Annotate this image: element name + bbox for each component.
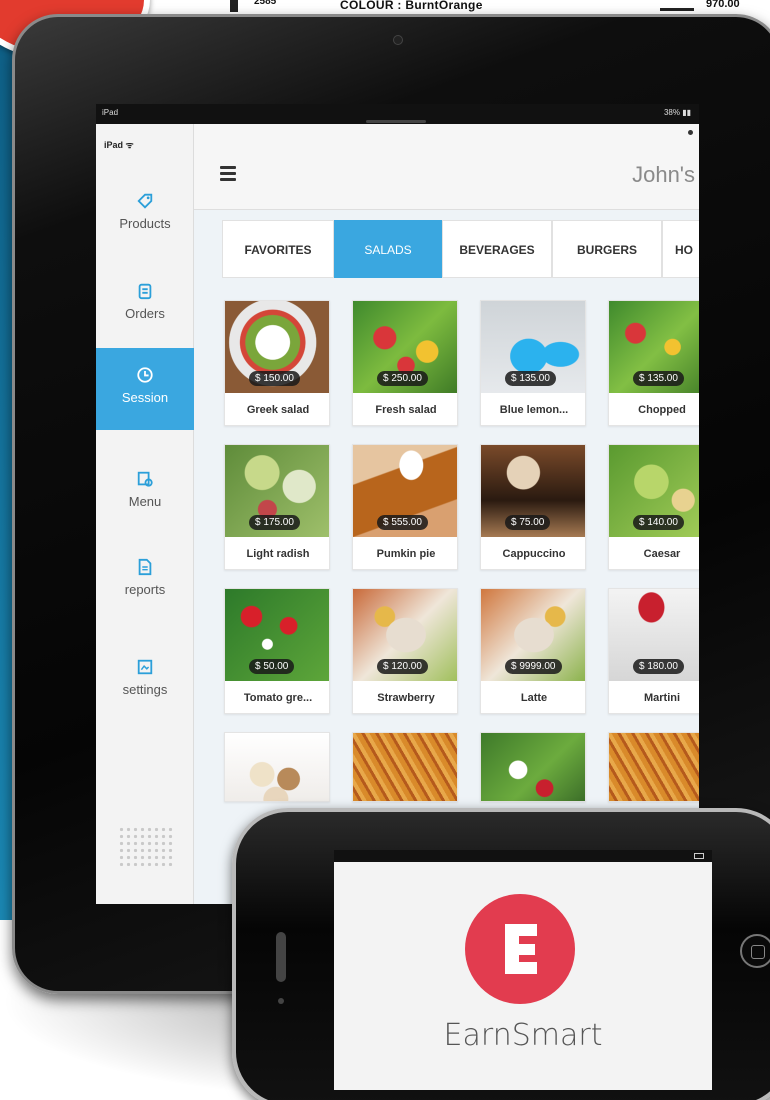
sidebar-item-label: reports bbox=[124, 582, 166, 597]
status-dot bbox=[688, 130, 693, 135]
background-top-mark bbox=[230, 0, 238, 12]
product-price: $ 135.00 bbox=[505, 371, 556, 386]
app-name: EarnSmart bbox=[443, 1018, 603, 1053]
product-name: Chopped bbox=[638, 404, 686, 416]
clipboard-icon bbox=[138, 283, 152, 300]
earnsmart-e-icon bbox=[505, 924, 537, 974]
product-card[interactable] bbox=[480, 732, 586, 802]
product-card[interactable]: $ 135.00 Chopped bbox=[608, 300, 699, 426]
earnsmart-logo bbox=[465, 894, 575, 1004]
product-price: $ 75.00 bbox=[505, 515, 551, 530]
sidebar-item-orders[interactable]: Orders bbox=[96, 264, 194, 346]
battery-indicator: 38% ▮▮ bbox=[663, 108, 691, 117]
tag-icon bbox=[137, 193, 153, 209]
iphone-status-bar bbox=[334, 850, 712, 862]
category-tabs: FAVORITES SALADS BEVERAGES BURGERS HO bbox=[222, 220, 699, 278]
tab-salads[interactable]: SALADS bbox=[334, 220, 442, 278]
sidebar-item-menu[interactable]: Menu bbox=[96, 452, 194, 534]
product-name: Cappuccino bbox=[502, 548, 566, 560]
product-card[interactable]: $ 135.00 Blue lemon... bbox=[480, 300, 586, 426]
product-image bbox=[609, 733, 699, 801]
product-card[interactable]: $ 250.00 Fresh salad bbox=[352, 300, 458, 426]
background-top-text: COLOUR : BurntOrange bbox=[340, 0, 483, 12]
product-price: $ 135.00 bbox=[633, 371, 684, 386]
product-card[interactable]: $ 9999.00 Latte bbox=[480, 588, 586, 714]
product-card[interactable]: $ 150.00 Greek salad bbox=[224, 300, 330, 426]
product-name: Strawberry bbox=[377, 692, 435, 704]
product-image bbox=[481, 733, 585, 801]
product-price: $ 50.00 bbox=[249, 659, 295, 674]
product-name: Latte bbox=[520, 692, 548, 704]
iphone-device: EarnSmart bbox=[232, 808, 770, 1100]
main-content: John's FAVORITES SALADS BEVERAGES BURGER… bbox=[194, 124, 699, 904]
clock-icon bbox=[137, 367, 153, 383]
background-top-right-mark bbox=[660, 8, 694, 11]
sidebar-item-session[interactable]: Session bbox=[96, 348, 194, 430]
tab-hot[interactable]: HO bbox=[662, 220, 699, 278]
iphone-camera bbox=[278, 998, 284, 1004]
status-bar: iPad 38% ▮▮ bbox=[96, 104, 699, 124]
sidebar-item-products[interactable]: Products bbox=[96, 174, 194, 256]
notification-handle[interactable] bbox=[366, 120, 426, 123]
product-card[interactable]: $ 50.00 Tomato gre... bbox=[224, 588, 330, 714]
product-name: Tomato gre... bbox=[243, 692, 313, 704]
report-icon bbox=[138, 558, 152, 576]
iphone-speaker bbox=[276, 932, 286, 982]
iphone-screen: EarnSmart bbox=[334, 850, 712, 1090]
product-price: $ 140.00 bbox=[633, 515, 684, 530]
product-name: Martini bbox=[643, 692, 681, 704]
product-price: $ 150.00 bbox=[249, 371, 300, 386]
sidebar-device-label: iPad ᯤ bbox=[104, 140, 134, 150]
tab-burgers[interactable]: BURGERS bbox=[552, 220, 662, 278]
ipad-camera bbox=[393, 35, 403, 45]
battery-icon bbox=[694, 853, 704, 859]
product-price: $ 120.00 bbox=[377, 659, 428, 674]
sidebar-pattern bbox=[118, 826, 174, 866]
ipad-screen: iPad 38% ▮▮ iPad ᯤ Products Orders Sessi… bbox=[96, 104, 699, 904]
background-top-left-text: 2585 bbox=[254, 0, 277, 7]
product-card[interactable]: $ 175.00 Light radish bbox=[224, 444, 330, 570]
product-card[interactable]: $ 555.00 Pumkin pie bbox=[352, 444, 458, 570]
sidebar-item-settings[interactable]: settings bbox=[96, 640, 194, 722]
sidebar-item-label: Orders bbox=[125, 306, 165, 321]
product-name: Pumkin pie bbox=[376, 548, 436, 560]
sidebar-item-reports[interactable]: reports bbox=[96, 540, 194, 622]
product-card[interactable]: $ 120.00 Strawberry bbox=[352, 588, 458, 714]
product-price: $ 9999.00 bbox=[505, 659, 562, 674]
product-name: Greek salad bbox=[246, 404, 310, 416]
store-name: John's bbox=[632, 162, 695, 187]
product-card[interactable]: $ 140.00 Caesar bbox=[608, 444, 699, 570]
product-price: $ 250.00 bbox=[377, 371, 428, 386]
product-card[interactable] bbox=[224, 732, 330, 802]
product-name: Blue lemon... bbox=[499, 404, 569, 416]
product-image bbox=[225, 733, 329, 801]
product-image bbox=[353, 733, 457, 801]
tab-beverages[interactable]: BEVERAGES bbox=[442, 220, 552, 278]
product-card[interactable]: $ 180.00 Martini bbox=[608, 588, 699, 714]
product-price: $ 175.00 bbox=[249, 515, 300, 530]
sidebar: iPad ᯤ Products Orders Session Menu repo… bbox=[96, 124, 194, 904]
product-card[interactable] bbox=[352, 732, 458, 802]
product-price: $ 555.00 bbox=[377, 515, 428, 530]
sidebar-item-label: Products bbox=[119, 216, 171, 231]
top-bar: John's bbox=[194, 124, 699, 210]
hamburger-menu-icon[interactable] bbox=[220, 166, 236, 181]
product-name: Caesar bbox=[643, 548, 681, 560]
product-card[interactable]: $ 75.00 Cappuccino bbox=[480, 444, 586, 570]
menu-document-icon bbox=[137, 471, 153, 487]
product-name: Light radish bbox=[246, 548, 310, 560]
home-button[interactable] bbox=[740, 934, 770, 968]
product-card[interactable] bbox=[608, 732, 699, 802]
settings-icon bbox=[137, 659, 153, 675]
sidebar-item-label: Menu bbox=[128, 494, 162, 509]
background-top-right-text: 970.00 bbox=[706, 0, 740, 10]
status-bar-device: iPad bbox=[102, 108, 119, 117]
sidebar-item-label: Session bbox=[121, 390, 169, 405]
product-price: $ 180.00 bbox=[633, 659, 684, 674]
tab-favorites[interactable]: FAVORITES bbox=[222, 220, 334, 278]
sidebar-item-label: settings bbox=[122, 682, 168, 697]
product-name: Fresh salad bbox=[375, 404, 437, 416]
